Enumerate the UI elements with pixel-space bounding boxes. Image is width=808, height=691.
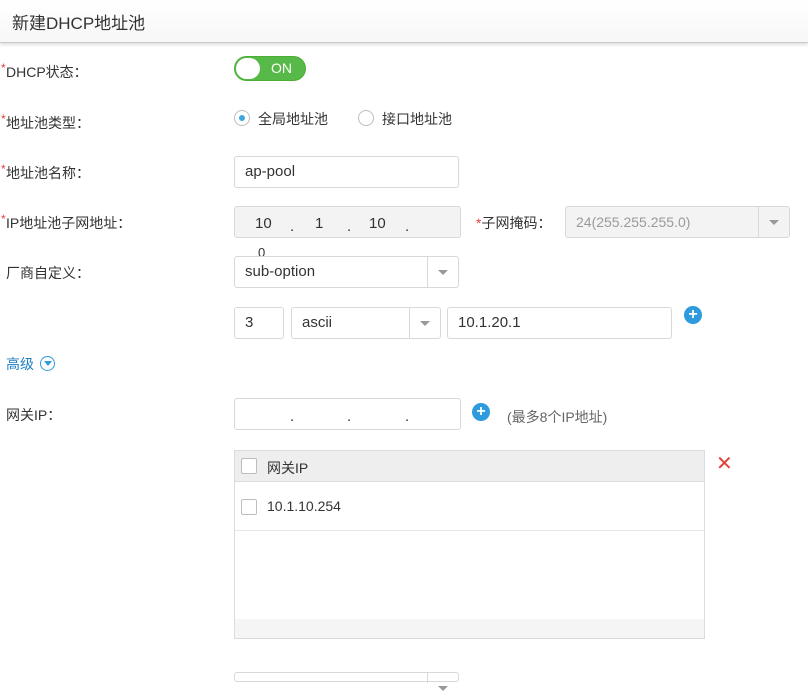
option-value-input[interactable]: 10.1.20.1 <box>447 307 672 339</box>
pool-type-text: 地址池类型： <box>6 115 90 131</box>
pool-name-value: ap-pool <box>245 163 296 180</box>
ip-dot: . <box>347 408 352 425</box>
required-marker: * <box>1 212 6 226</box>
dialog-header: 新建DHCP地址池 <box>0 0 808 43</box>
dhcp-status-text: DHCP状态： <box>6 64 88 80</box>
option-code-input[interactable]: 3 <box>234 307 284 339</box>
table-row[interactable]: 10.1.10.254 <box>235 482 704 531</box>
radio-interface-pool[interactable] <box>358 110 374 126</box>
delete-icon[interactable]: ✕ <box>716 451 733 476</box>
required-marker: * <box>1 61 6 75</box>
table-footer <box>235 619 704 638</box>
chevron-down-icon[interactable] <box>40 356 55 371</box>
dialog-title: 新建DHCP地址池 <box>12 14 146 33</box>
radio-interface-pool-label[interactable]: 接口地址池 <box>382 109 452 129</box>
chevron-down-icon <box>758 207 789 237</box>
select-all-checkbox[interactable] <box>241 458 257 474</box>
mask-label: *子网掩码： <box>476 213 551 233</box>
subnet-octet-2: 1 <box>315 215 324 232</box>
chevron-down-icon <box>427 673 458 691</box>
gateway-table: 网关IP 10.1.10.254 <box>234 450 705 639</box>
required-marker: * <box>1 112 6 126</box>
pool-name-label: * 地址池名称： <box>1 162 90 183</box>
dhcp-status-label: * DHCP状态： <box>1 61 88 82</box>
radio-global-pool-label[interactable]: 全局地址池 <box>258 109 328 129</box>
add-option-icon[interactable]: + <box>684 306 702 324</box>
vendor-option-select[interactable]: sub-option <box>234 256 459 288</box>
option-value-text: 10.1.20.1 <box>458 314 521 331</box>
table-header-gateway: 网关IP <box>267 460 309 476</box>
subnet-mask-select[interactable]: 24(255.255.255.0) <box>565 206 790 238</box>
pool-name-input[interactable]: ap-pool <box>234 156 459 188</box>
gateway-ip-cell: 10.1.10.254 <box>267 498 341 514</box>
pool-type-label: * 地址池类型： <box>1 112 90 133</box>
radio-global-pool[interactable] <box>234 110 250 126</box>
ip-dot: . <box>347 218 352 235</box>
gateway-hint: (最多8个IP地址) <box>507 409 608 425</box>
chevron-down-icon <box>427 257 458 287</box>
gateway-label: 网关IP： <box>6 405 61 425</box>
ip-dot: . <box>290 218 295 235</box>
advanced-toggle-link[interactable]: 高级 <box>6 354 34 374</box>
vendor-text: 厂商自定义： <box>6 265 90 281</box>
partial-select[interactable] <box>234 672 459 691</box>
required-marker: * <box>1 162 6 176</box>
gateway-ip-input[interactable]: . . . <box>234 398 461 430</box>
ip-dot: . <box>405 408 410 425</box>
subnet-mask-value: 24(255.255.255.0) <box>576 214 691 230</box>
option-code-value: 3 <box>245 314 254 331</box>
option-type-select[interactable]: ascii <box>291 307 441 339</box>
dhcp-status-toggle[interactable]: ON <box>234 56 306 81</box>
ip-dot: . <box>290 408 295 425</box>
vendor-label: 厂商自定义： <box>6 263 90 283</box>
subnet-text: IP地址池子网地址： <box>6 215 132 231</box>
option-type-value: ascii <box>302 314 333 331</box>
vendor-option-value: sub-option <box>245 263 316 280</box>
mask-text: 子网掩码： <box>481 215 552 231</box>
subnet-ip-input[interactable]: 10 . 1 . 10 . <box>234 206 461 238</box>
row-checkbox[interactable] <box>241 499 257 515</box>
gateway-text: 网关IP： <box>6 407 62 423</box>
subnet-octet-3: 10 <box>369 215 386 232</box>
pool-name-text: 地址池名称： <box>6 165 90 181</box>
subnet-label: * IP地址池子网地址： <box>1 212 132 233</box>
toggle-text: ON <box>271 60 292 76</box>
add-gateway-icon[interactable]: + <box>472 403 490 421</box>
table-header: 网关IP <box>235 451 704 482</box>
subnet-octet-1: 10 <box>255 215 272 232</box>
chevron-down-icon <box>409 308 440 338</box>
toggle-knob <box>236 58 260 79</box>
ip-dot: . <box>405 218 410 235</box>
